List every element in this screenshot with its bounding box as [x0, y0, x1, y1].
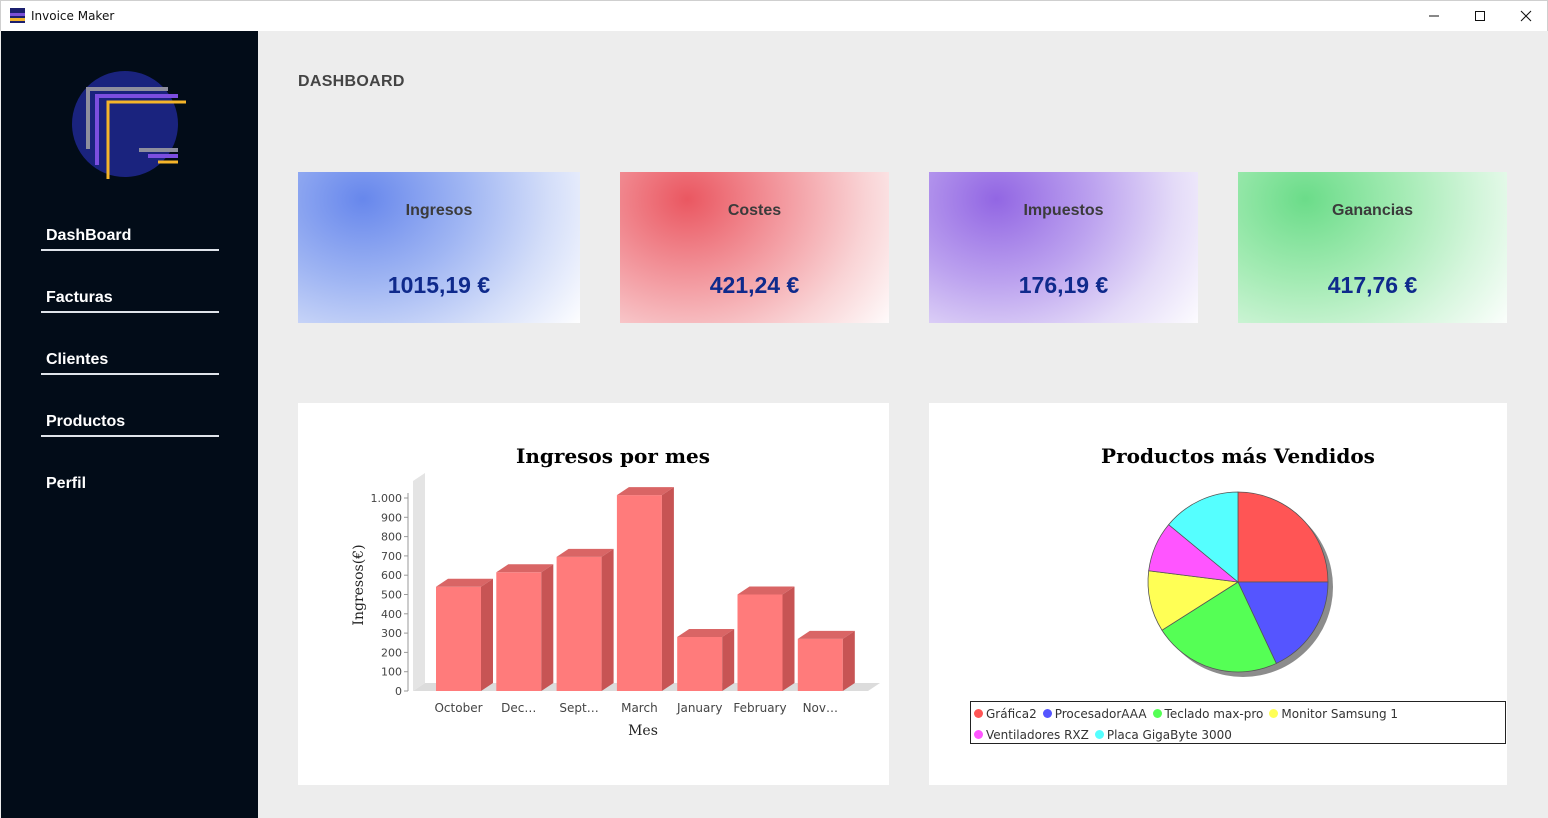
bar-side — [842, 630, 855, 691]
y-axis-label: Ingresos(€) — [351, 544, 367, 625]
legend-item: Teclado max-pro — [1152, 704, 1264, 725]
bar — [616, 495, 662, 691]
pie-chart-title: Productos más Vendidos — [1101, 444, 1375, 468]
y-tick-label: 200 — [381, 646, 402, 659]
bar-side — [481, 578, 493, 691]
legend-swatch — [1269, 709, 1279, 718]
sidebar-item-perfil[interactable]: Perfil — [41, 471, 219, 499]
pie-chart-panel: Productos más Vendidos Gráfica2 Procesado… — [929, 403, 1507, 785]
y-tick-label: 300 — [381, 627, 402, 640]
pie-legend: Gráfica2 ProcesadorAAA Teclado max-pro Moni… — [970, 701, 1506, 744]
bar-side — [541, 564, 554, 691]
legend-label: Ventiladores RXZ — [986, 728, 1089, 742]
title-bar: Invoice Maker — [0, 0, 1548, 31]
legend-swatch — [974, 730, 983, 739]
maximize-icon — [1475, 11, 1485, 21]
legend-item: ProcesadorAAA — [1042, 704, 1147, 725]
x-tick-label: October — [434, 701, 482, 715]
legend-item: Placa GigaByte 3000 — [1094, 725, 1232, 746]
impuestos-card: Impuestos 176,19 € — [929, 172, 1198, 323]
sidebar-item-dashboard[interactable]: DashBoard — [41, 223, 219, 251]
y-tick-label: 1.000 — [371, 492, 403, 505]
legend-swatch — [1094, 730, 1104, 739]
pie-chart: Productos más Vendidos — [1101, 444, 1375, 677]
y-tick-label: 800 — [381, 531, 402, 544]
y-tick-label: 400 — [381, 608, 402, 621]
legend-item: Monitor Samsung 1 — [1269, 704, 1398, 725]
bar-side — [782, 586, 795, 691]
minimize-icon — [1429, 15, 1439, 17]
y-tick-label: 600 — [381, 569, 402, 582]
app-logo — [72, 71, 186, 179]
legend-item: Gráfica2 — [974, 704, 1037, 725]
app-icon — [10, 8, 25, 23]
legend-swatch — [974, 709, 983, 718]
bar-side — [661, 487, 674, 691]
x-tick-label: Nov… — [803, 701, 838, 715]
ingresos-label: Ingresos — [405, 202, 473, 219]
impuestos-value: 176,19 € — [1018, 272, 1109, 298]
bar — [556, 556, 602, 691]
ingresos-value: 1015,19 € — [387, 272, 491, 298]
ingresos-card: Ingresos 1015,19 € — [298, 172, 580, 323]
bar-chart-panel: Ingresos por mes 0 100 200 300 400 500 600 700 80… — [298, 403, 889, 785]
bar-chart-title: Ingresos por mes — [516, 444, 710, 468]
ganancias-value: 417,76 € — [1327, 272, 1418, 298]
legend-swatch — [1042, 709, 1052, 718]
minimize-button[interactable] — [1411, 1, 1457, 31]
bar — [436, 586, 481, 691]
legend-label: Teclado max-pro — [1164, 707, 1264, 721]
legend-swatch — [1152, 709, 1162, 718]
window-title: Invoice Maker — [31, 9, 115, 23]
legend-label: Placa GigaByte 3000 — [1106, 728, 1232, 742]
costes-label: Costes — [727, 202, 782, 219]
close-button[interactable] — [1503, 1, 1548, 31]
ganancias-card: Ganancias 417,76 € — [1238, 172, 1507, 323]
sidebar-item-facturas[interactable]: Facturas — [41, 285, 219, 313]
impuestos-label: Impuestos — [1023, 202, 1104, 219]
ganancias-label: Ganancias — [1332, 202, 1413, 219]
bar — [797, 638, 843, 691]
legend-item: Ventiladores RXZ — [974, 725, 1089, 746]
page-title: DASHBOARD — [298, 73, 405, 90]
y-tick-label: 700 — [381, 550, 402, 563]
y-tick-label: 900 — [381, 511, 402, 524]
close-icon — [1520, 10, 1532, 22]
legend-label: Monitor Samsung 1 — [1281, 707, 1399, 721]
pie-slice — [1237, 491, 1329, 583]
y-tick-label: 500 — [381, 589, 402, 602]
x-tick-label: Dec… — [501, 701, 536, 715]
chart-side-wall — [413, 473, 425, 691]
bar-side — [601, 548, 614, 691]
x-axis-label: Mes — [628, 723, 658, 739]
bar-chart: Ingresos por mes 0 100 200 300 400 500 600 700 80… — [351, 444, 880, 739]
legend-label: ProcesadorAAA — [1054, 707, 1147, 721]
x-tick-label: February — [733, 701, 786, 715]
costes-value: 421,24 € — [709, 272, 800, 298]
x-tick-label: Sept… — [559, 701, 598, 715]
y-tick-label: 100 — [381, 666, 402, 679]
bar — [496, 572, 542, 691]
sidebar-item-clientes[interactable]: Clientes — [41, 347, 219, 375]
y-tick-label: 0 — [395, 685, 402, 698]
maximize-button[interactable] — [1457, 1, 1503, 31]
sidebar: DashBoard Facturas Clientes Productos Pe… — [1, 31, 258, 818]
x-tick-label: January — [676, 701, 723, 715]
bar — [737, 594, 783, 691]
bar — [677, 636, 723, 691]
x-tick-label: March — [621, 701, 658, 715]
sidebar-item-productos[interactable]: Productos — [41, 409, 219, 437]
bar-side — [722, 628, 735, 691]
costes-card: Costes 421,24 € — [620, 172, 889, 323]
legend-label: Gráfica2 — [986, 707, 1037, 721]
